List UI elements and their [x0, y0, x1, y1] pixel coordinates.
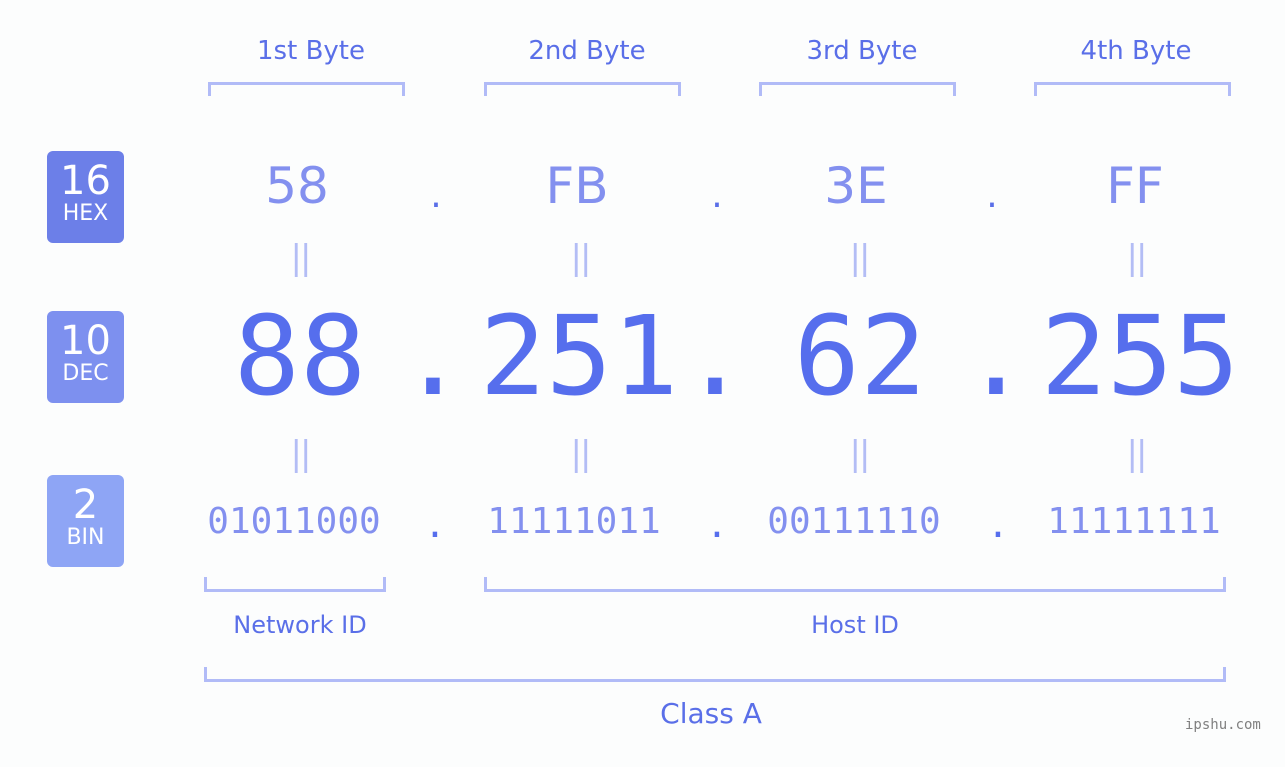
dec-value-2: 251 [479, 292, 679, 420]
bin-separator: . [424, 505, 446, 546]
hex-value-2: FB [545, 157, 609, 215]
dec-badge: 10 DEC [47, 311, 124, 403]
bin-separator: . [987, 505, 1009, 546]
equals-sign: || [290, 434, 312, 474]
host-id-bracket [484, 577, 1226, 592]
bin-badge-label: BIN [66, 525, 105, 550]
host-id-label: Host ID [811, 611, 899, 639]
byte-label-3: 3rd Byte [806, 36, 918, 66]
bin-badge-number: 2 [72, 482, 99, 528]
bin-value-4: 11111111 [1047, 501, 1221, 542]
dec-value-1: 88 [233, 292, 367, 420]
hex-value-3: 3E [824, 157, 888, 215]
equals-sign: || [290, 238, 312, 278]
bin-value-2: 11111011 [487, 501, 661, 542]
equals-sign: || [1126, 434, 1148, 474]
bin-value-1: 01011000 [207, 501, 381, 542]
bin-separator: . [706, 505, 728, 546]
byte-bracket-1 [208, 82, 405, 96]
bin-value-3: 00111110 [767, 501, 941, 542]
byte-label-2: 2nd Byte [528, 36, 646, 66]
hex-value-1: 58 [265, 157, 329, 215]
dec-badge-label: DEC [62, 361, 109, 386]
equals-sign: || [570, 238, 592, 278]
bin-badge: 2 BIN [47, 475, 124, 567]
equals-sign: || [1126, 238, 1148, 278]
equals-sign: || [849, 434, 871, 474]
byte-bracket-2 [484, 82, 681, 96]
hex-separator: . [986, 175, 998, 216]
equals-sign: || [570, 434, 592, 474]
watermark: ipshu.com [1185, 717, 1261, 733]
dec-badge-number: 10 [60, 318, 111, 364]
class-bracket [204, 667, 1226, 682]
hex-separator: . [711, 175, 723, 216]
network-id-label: Network ID [233, 611, 367, 639]
dec-value-3: 62 [793, 292, 927, 420]
hex-badge-label: HEX [62, 201, 109, 226]
hex-badge: 16 HEX [47, 151, 124, 243]
byte-label-1: 1st Byte [257, 36, 365, 66]
network-id-bracket [204, 577, 386, 592]
byte-bracket-3 [759, 82, 956, 96]
hex-value-4: FF [1106, 157, 1164, 215]
byte-bracket-4 [1034, 82, 1231, 96]
byte-label-4: 4th Byte [1080, 36, 1192, 66]
class-label: Class A [660, 697, 762, 730]
dec-value-4: 255 [1040, 292, 1240, 420]
hex-separator: . [430, 175, 442, 216]
equals-sign: || [849, 238, 871, 278]
hex-badge-number: 16 [60, 158, 111, 204]
